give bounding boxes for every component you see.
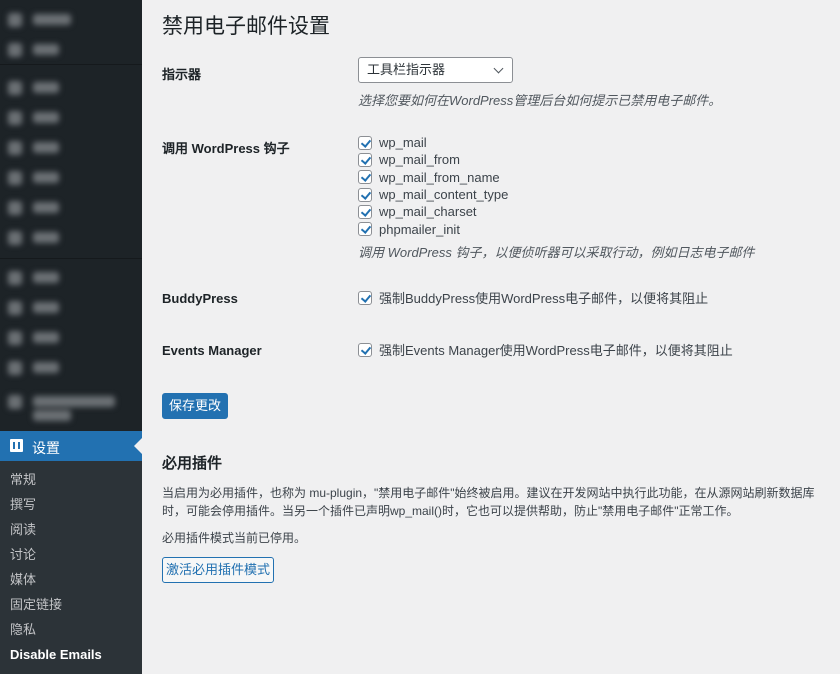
blurred-menu-icon — [8, 13, 22, 27]
events-manager-option[interactable]: 强制Events Manager使用WordPress电子邮件，以便将其阻止 — [358, 341, 733, 358]
admin-sidebar: 设置 常规 撰写 阅读 讨论 媒体 固定链接 隐私 Disable Emails — [0, 0, 142, 674]
mu-plugin-status: 必用插件模式当前已停用。 — [162, 531, 307, 545]
blurred-menu-label — [33, 232, 59, 243]
hook-option-wp-mail-from[interactable]: wp_mail_from — [358, 151, 755, 168]
checkbox-checked[interactable] — [358, 187, 372, 202]
blurred-menu-icon — [8, 301, 22, 315]
blurred-menu-item[interactable] — [0, 102, 142, 132]
settings-submenu: 常规 撰写 阅读 讨论 媒体 固定链接 隐私 Disable Emails — [0, 461, 142, 674]
blurred-menu-label — [33, 142, 59, 153]
blurred-menu-icon — [8, 141, 22, 155]
checkbox-checked[interactable] — [358, 290, 372, 305]
blurred-menu-icon — [8, 111, 22, 125]
blurred-menu-icon — [8, 231, 22, 245]
buddypress-label: BuddyPress — [162, 291, 238, 306]
mu-plugin-description: 当启用为必用插件，也称为 mu-plugin，"禁用电子邮件"始终被启用。建议在… — [162, 486, 815, 518]
blurred-menu-item[interactable] — [0, 262, 142, 292]
submenu-item-reading[interactable]: 阅读 — [0, 517, 142, 542]
blurred-menu-icon — [8, 81, 22, 95]
blurred-menu-label — [33, 362, 59, 373]
checkbox-checked[interactable] — [358, 152, 372, 167]
blurred-menu-item[interactable] — [0, 192, 142, 222]
submenu-item-permalinks[interactable]: 固定链接 — [0, 592, 142, 617]
checkbox-checked[interactable] — [358, 135, 372, 150]
checkbox-checked[interactable] — [358, 342, 372, 357]
blurred-menu-item[interactable] — [0, 132, 142, 162]
mu-plugin-heading: 必用插件 — [162, 455, 223, 472]
blurred-menu-label — [33, 112, 59, 123]
blurred-menu-item[interactable] — [0, 72, 142, 102]
blurred-menu-label — [33, 332, 59, 343]
blurred-menu-label — [33, 410, 71, 421]
blurred-menu-item[interactable] — [0, 34, 142, 64]
blurred-menu-label — [33, 272, 59, 283]
blurred-menu-label — [33, 172, 59, 183]
blurred-menu-label — [33, 202, 59, 213]
hook-option-wp-mail[interactable]: wp_mail — [358, 134, 755, 151]
submenu-item-disable-emails[interactable]: Disable Emails — [0, 642, 142, 667]
submenu-item-writing[interactable]: 撰写 — [0, 492, 142, 517]
blurred-menu-item[interactable] — [0, 162, 142, 192]
sidebar-item-label: 设置 — [32, 440, 60, 456]
blurred-menu-label — [33, 396, 115, 407]
save-changes-button[interactable]: 保存更改 — [162, 393, 228, 419]
blurred-menu-item[interactable] — [0, 386, 142, 421]
sidebar-item-settings[interactable]: 设置 — [0, 431, 142, 461]
blurred-menu-icon — [8, 201, 22, 215]
hook-option-wp-mail-from-name[interactable]: wp_mail_from_name — [358, 169, 755, 186]
hook-option-wp-mail-charset[interactable]: wp_mail_charset — [358, 203, 755, 220]
submenu-item-privacy[interactable]: 隐私 — [0, 617, 142, 642]
menu-separator — [0, 64, 142, 65]
hooks-label: 调用 WordPress 钩子 — [162, 141, 290, 156]
activate-mu-plugin-button[interactable]: 激活必用插件模式 — [162, 557, 274, 583]
blurred-menu-label — [33, 82, 59, 93]
checkbox-checked[interactable] — [358, 204, 372, 219]
page-title: 禁用电子邮件设置 — [162, 15, 330, 38]
submenu-item-media[interactable]: 媒体 — [0, 567, 142, 592]
hook-option-wp-mail-content-type[interactable]: wp_mail_content_type — [358, 186, 755, 203]
blurred-menu-icon — [8, 43, 22, 57]
checkbox-checked[interactable] — [358, 170, 372, 185]
menu-separator — [0, 258, 142, 259]
chevron-down-icon — [493, 63, 504, 74]
indicator-label: 指示器 — [162, 67, 202, 82]
blurred-menu-label — [33, 44, 59, 55]
indicator-selected-value: 工具栏指示器 — [367, 62, 446, 77]
blurred-menu-item[interactable] — [0, 292, 142, 322]
blurred-menu-icon — [8, 271, 22, 285]
blurred-menu-icon — [8, 361, 22, 375]
submenu-item-general[interactable]: 常规 — [0, 467, 142, 492]
events-manager-label: Events Manager — [162, 343, 262, 358]
indicator-select[interactable]: 工具栏指示器 — [358, 57, 513, 83]
settings-sliders-icon — [10, 439, 23, 452]
blurred-menu-icon — [8, 395, 22, 409]
blurred-menu-item[interactable] — [0, 322, 142, 352]
hooks-checkbox-list: wp_mail wp_mail_from wp_mail_from_name w… — [358, 134, 755, 261]
hooks-description: 调用 WordPress 钩子，以便侦听器可以采取行动，例如日志电子邮件 — [358, 244, 755, 260]
checkbox-checked[interactable] — [358, 222, 372, 237]
indicator-description: 选择您要如何在WordPress管理后台如何提示已禁用电子邮件。 — [358, 93, 722, 108]
blurred-menu-item[interactable] — [0, 222, 142, 252]
blurred-menu-item[interactable] — [0, 352, 142, 382]
current-menu-arrow — [134, 438, 142, 454]
blurred-menu-icon — [8, 171, 22, 185]
blurred-menu-icon — [8, 331, 22, 345]
blurred-menu-item[interactable] — [0, 4, 142, 34]
blurred-menu-label — [33, 14, 71, 25]
submenu-item-discussion[interactable]: 讨论 — [0, 542, 142, 567]
hook-option-phpmailer-init[interactable]: phpmailer_init — [358, 220, 755, 237]
blurred-menu-label — [33, 302, 59, 313]
buddypress-option[interactable]: 强制BuddyPress使用WordPress电子邮件，以便将其阻止 — [358, 289, 708, 306]
